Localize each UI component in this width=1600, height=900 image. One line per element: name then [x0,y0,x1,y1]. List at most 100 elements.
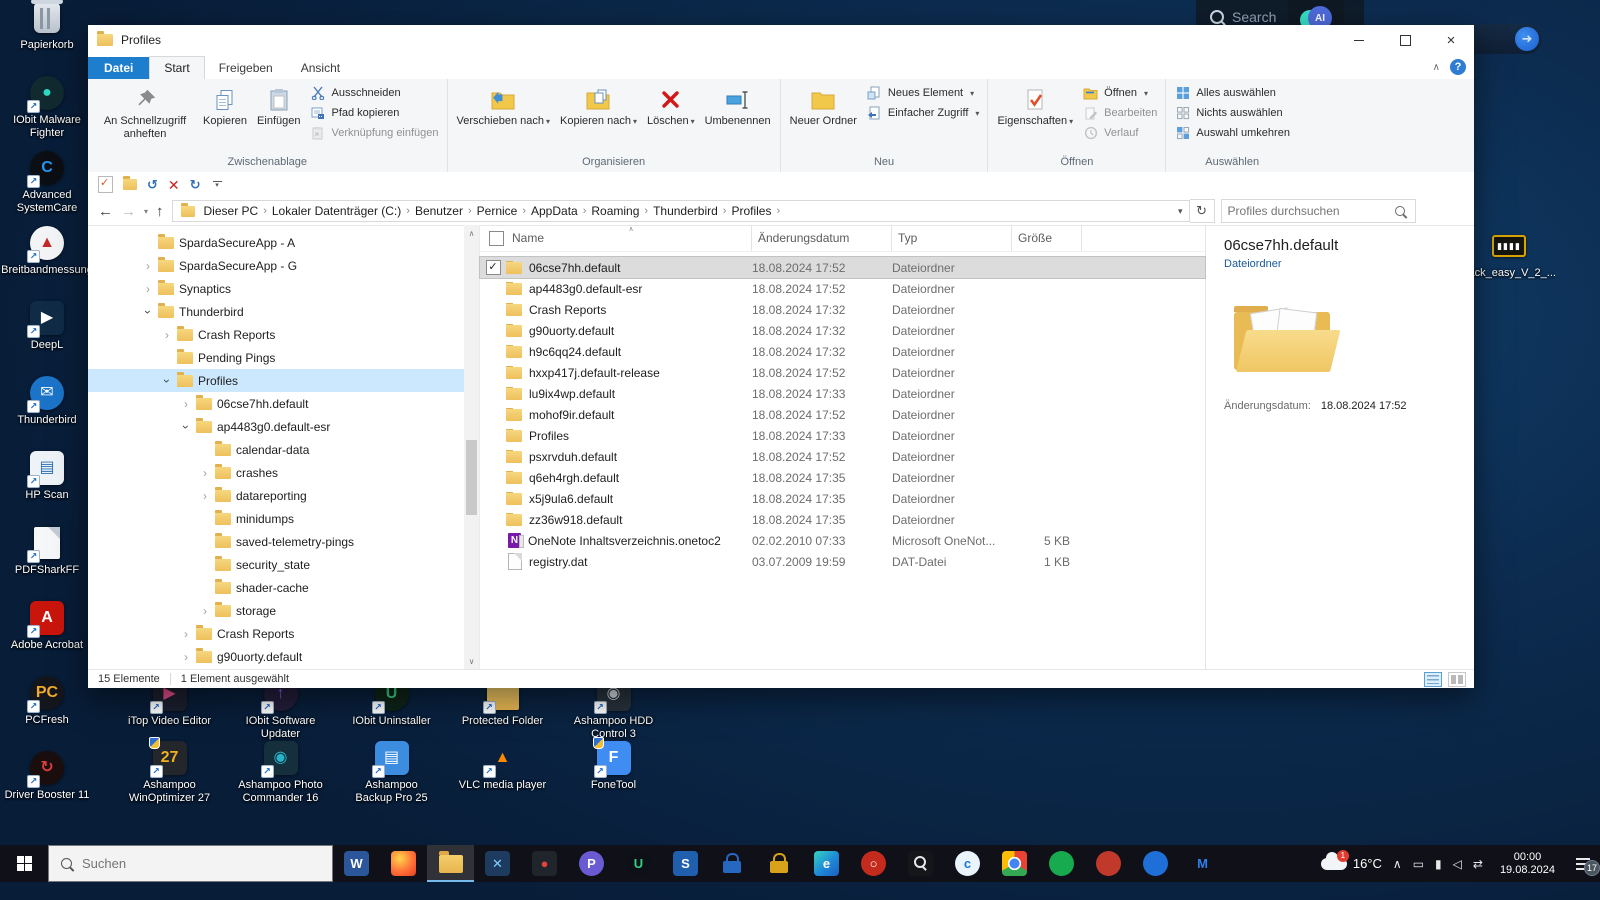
tree-expander-icon[interactable] [162,374,172,388]
forward-button[interactable]: → [121,203,136,220]
refresh-button[interactable]: ↻ [1189,199,1215,223]
tree-item[interactable]: SpardaSecureApp - G [88,254,479,277]
taskbar-app[interactable] [991,845,1038,882]
file-row[interactable]: ✓ registry.dat 03.07.2009 19:59 DAT-Date… [480,551,1205,572]
tray-icon[interactable]: ◁ [1453,857,1462,871]
desktop-icon[interactable]: C ↗ Advanced SystemCare [0,150,94,225]
new-folder-quick-icon[interactable] [123,176,137,190]
breadcrumb-segment[interactable]: Benutzer › [410,204,472,218]
desktop-icon-partial[interactable] [150,0,192,18]
taskbar-app[interactable]: c [944,845,991,882]
taskbar-clock[interactable]: 00:00 19.08.2024 [1494,851,1561,877]
breadcrumb-segment[interactable]: Dieser PC › [199,204,267,218]
copy-to-button[interactable]: Kopieren nach ▾ [555,82,642,155]
file-row[interactable]: ✓ mohof9ir.default 18.08.2024 17:52 Date… [480,404,1205,425]
tree-item[interactable]: Crash Reports [88,323,479,346]
desktop-icon[interactable]: 27 ↗ Ashampoo WinOptimizer 27 [114,737,225,806]
tree-item[interactable]: crashes [88,461,479,484]
tree-item[interactable]: ap4483g0.default-esr [88,415,479,438]
tree-item[interactable]: 06cse7hh.default [88,392,479,415]
collapse-ribbon-icon[interactable]: ∧ [1433,62,1440,73]
weather-widget[interactable]: 1 16°C [1320,849,1382,871]
taskbar-app[interactable] [1085,845,1132,882]
select-none-button[interactable]: Nichts auswählen [1170,104,1294,122]
file-row[interactable]: ✓ h9c6qq24.default 18.08.2024 17:32 Date… [480,341,1205,362]
taskbar-app[interactable]: M [1179,845,1226,882]
tree-item[interactable]: Crash Reports [88,622,479,645]
tree-item[interactable]: Pending Pings [88,346,479,369]
select-all-button[interactable]: Alles auswählen [1170,84,1294,102]
column-header-size[interactable]: Größe [1012,225,1082,251]
address-dropdown-icon[interactable]: ▾ [1172,206,1189,217]
file-row[interactable]: ✓ NOneNote Inhaltsverzeichnis.onetoc2 02… [480,530,1205,551]
file-row[interactable]: ✓ lu9ix4wp.default 18.08.2024 17:33 Date… [480,383,1205,404]
move-to-button[interactable]: Verschieben nach ▾ [452,82,555,155]
taskbar-app[interactable] [756,845,803,882]
taskbar-app[interactable] [1132,845,1179,882]
desktop-icon[interactable]: ▶ ↗ DeepL [0,300,94,375]
tree-item[interactable]: g90uorty.default [88,645,479,668]
desktop-icon-partial[interactable] [383,0,425,18]
breadcrumb-segment[interactable]: Pernice › [472,204,526,218]
up-button[interactable]: ↑ [156,203,164,220]
tree-expander-icon[interactable] [200,466,210,480]
history-button[interactable]: Verlauf [1078,124,1161,142]
title-bar[interactable]: Profiles × [88,25,1474,55]
copy-path-button[interactable]: Pfad kopieren [305,104,442,122]
tree-item[interactable]: saved-telemetry-pings [88,530,479,553]
tray-icon[interactable]: ∧ [1393,857,1402,871]
tree-expander-icon[interactable] [200,604,210,618]
taskbar-app[interactable] [709,845,756,882]
file-row[interactable]: ✓ Profiles 18.08.2024 17:33 Dateiordner [480,425,1205,446]
breadcrumb[interactable]: Dieser PC › Lokaler Datenträger (C:) › Ben… [171,200,1190,222]
open-button[interactable]: Öffnen ▾ [1078,84,1161,102]
maximize-button[interactable] [1382,25,1428,55]
tree-item[interactable]: security_state [88,553,479,576]
taskbar-app[interactable]: P [568,845,615,882]
help-icon[interactable]: ? [1450,59,1466,75]
tree-item[interactable]: shader-cache [88,576,479,599]
thumbnail-view-button[interactable] [1448,671,1466,687]
tree-item[interactable]: datareporting [88,484,479,507]
taskbar-app[interactable]: ● [521,845,568,882]
tab-share[interactable]: Freigeben [205,57,287,79]
search-input[interactable] [1221,204,1395,218]
tree-expander-icon[interactable] [143,282,153,296]
row-checkbox[interactable]: ✓ [485,260,501,275]
desktop-icon-partial[interactable] [608,0,650,18]
desktop-icon[interactable]: ↗ PDFSharkFF [0,525,94,600]
delete-quick-icon[interactable]: ✕ [168,178,180,192]
tree-item[interactable]: storage [88,599,479,622]
tray-icon[interactable]: ▭ [1413,857,1424,871]
desktop-icon[interactable]: ◉ ↗ Ashampoo Photo Commander 16 [225,740,336,806]
desktop-icon[interactable]: ▲ ↗ Breitbandmessung [0,225,94,300]
scroll-up-icon[interactable]: ∧ [469,229,475,238]
tray-icon[interactable]: ⇄ [1473,857,1483,871]
desktop-icon[interactable]: ✉ ↗ Thunderbird [0,375,94,450]
action-center-button[interactable]: 17 [1572,854,1600,876]
taskbar-app[interactable] [897,845,944,882]
tree-item[interactable]: Profiles [88,369,479,392]
tree-expander-icon[interactable] [200,489,210,503]
details-view-button[interactable] [1424,671,1442,687]
desktop-icon[interactable]: F ↗ FoneTool [558,737,669,806]
desktop-icon[interactable]: ▤ ↗ Ashampoo Backup Pro 25 [336,740,447,806]
minimize-button[interactable] [1336,25,1382,55]
redo-icon[interactable]: ↻ [190,178,201,191]
invert-selection-button[interactable]: Auswahl umkehren [1170,124,1294,142]
file-row[interactable]: ✓ hxxp417j.default-release 18.08.2024 17… [480,362,1205,383]
taskbar-app[interactable] [380,845,427,882]
tree-expander-icon[interactable] [181,420,191,434]
taskbar-search[interactable] [48,845,333,882]
properties-button[interactable]: Eigenschaften ▾ [992,82,1078,155]
tree-item[interactable]: SpardaSecureApp - A [88,231,479,254]
delete-button[interactable]: Löschen ▾ [642,82,700,155]
easy-access-button[interactable]: Einfacher Zugriff ▾ [862,104,984,122]
taskbar-app[interactable] [427,845,474,882]
desktop-icon[interactable]: ▲ ↗ VLC media player [447,740,558,806]
pin-to-quickaccess-button[interactable]: An Schnellzugriff anheften [92,82,198,155]
taskbar-app[interactable]: ○ [850,845,897,882]
desktop-icon[interactable]: PC ↗ PCFresh [0,675,94,750]
file-row[interactable]: ✓ q6eh4rgh.default 18.08.2024 17:35 Date… [480,467,1205,488]
desktop-icon[interactable]: ↗ Papierkorb [0,0,94,75]
